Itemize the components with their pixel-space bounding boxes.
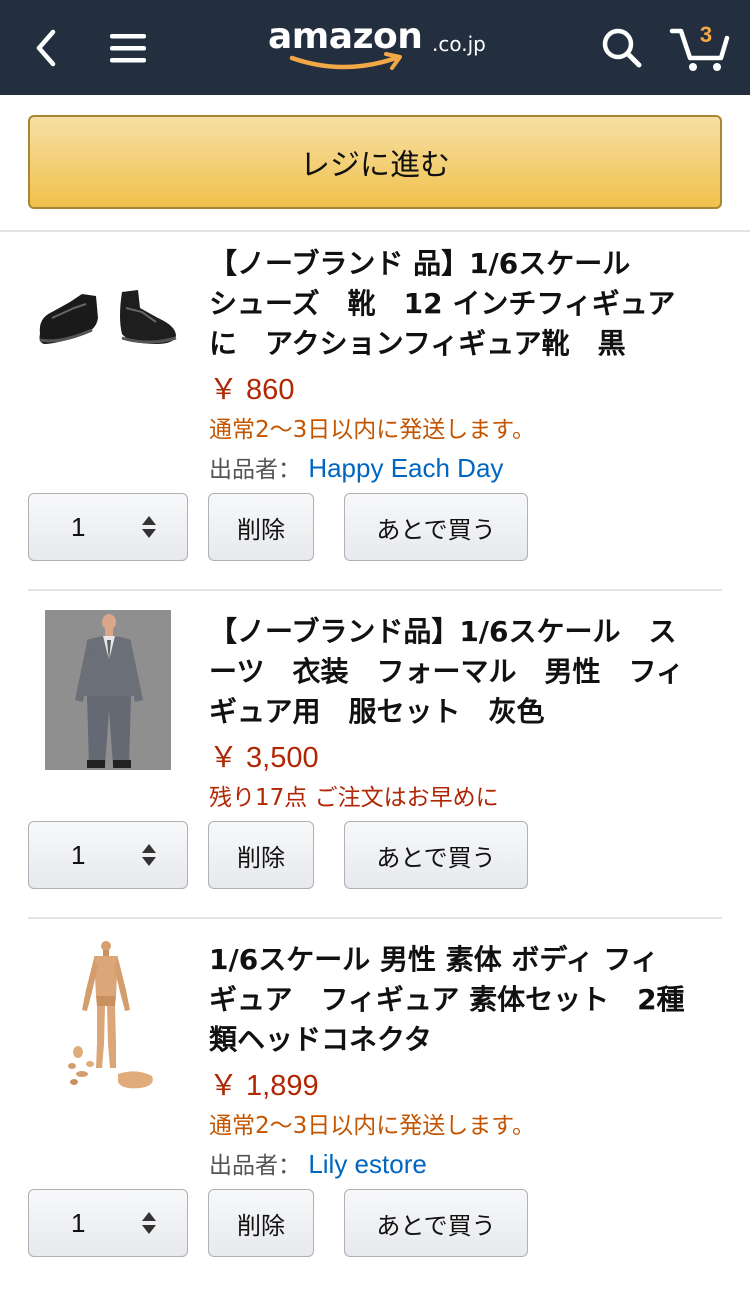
seller-link[interactable]: Lily estore: [308, 1149, 427, 1179]
product-title-link[interactable]: 1/6スケール 男性 素体 ボディ フィ ギュア フィギュア 素体セット 2種 …: [209, 940, 725, 1060]
seller-info: 出品者： Lily estore: [209, 1146, 427, 1180]
stepper-arrows-icon: [142, 516, 156, 538]
quantity-dropdown[interactable]: 1: [28, 821, 188, 889]
title-line: シューズ 靴 12 インチフィギュア: [209, 287, 676, 320]
product-title-link[interactable]: 【ノーブランド品】1/6スケール ス ーツ 衣装 フォーマル 男性 フィ ギュア…: [209, 612, 725, 732]
logo-wordmark: amazon: [268, 16, 423, 57]
quantity-value: 1: [71, 511, 86, 542]
seller-info: 出品者： Happy Each Day: [209, 450, 503, 484]
seller-link[interactable]: Happy Each Day: [308, 453, 503, 483]
item-price: ￥ 1,899: [209, 1070, 319, 1102]
product-title-link[interactable]: 【ノーブランド 品】1/6スケール シューズ 靴 12 インチフィギュア に ア…: [209, 244, 725, 364]
seller-label: 出品者：: [209, 1153, 301, 1179]
title-line: 1/6スケール 男性 素体 ボディ フィ: [209, 943, 659, 976]
save-for-later-button[interactable]: あとで買う: [344, 1189, 528, 1257]
cart-count-badge: 3: [699, 22, 713, 47]
stepper-arrows-icon: [142, 844, 156, 866]
save-for-later-button[interactable]: あとで買う: [344, 493, 528, 561]
seller-label: 出品者：: [209, 457, 301, 483]
search-icon: [602, 28, 642, 67]
availability-text: 通常2〜3日以内に発送します。: [209, 1113, 535, 1139]
delete-button[interactable]: 削除: [208, 821, 314, 889]
product-image-body[interactable]: [60, 940, 160, 1092]
title-line: 【ノーブランド 品】1/6スケール: [209, 247, 631, 280]
stock-warning-text: 残り17点 ご注文はお早めに: [209, 785, 499, 811]
availability-text: 通常2〜3日以内に発送します。: [209, 417, 535, 443]
quantity-dropdown[interactable]: 1: [28, 493, 188, 561]
amazon-logo[interactable]: amazon .co.jp: [262, 14, 502, 76]
quantity-value: 1: [71, 1207, 86, 1238]
stepper-arrows-icon: [142, 1212, 156, 1234]
hamburger-menu-icon: [110, 33, 146, 62]
item-price: ￥ 860: [209, 374, 295, 406]
smile-arrow-icon: [289, 52, 402, 70]
title-line: 類ヘッドコネクタ: [209, 1023, 432, 1056]
proceed-to-checkout-button[interactable]: レジに進む: [28, 115, 722, 209]
divider: [0, 230, 750, 232]
delete-button[interactable]: 削除: [208, 493, 314, 561]
divider: [28, 917, 722, 919]
item-price: ￥ 3,500: [209, 742, 319, 774]
quantity-dropdown[interactable]: 1: [28, 1189, 188, 1257]
suit-image: [45, 610, 171, 770]
product-image-shoes[interactable]: [30, 278, 180, 368]
back-button[interactable]: [18, 0, 74, 95]
product-image-suit[interactable]: [45, 610, 171, 770]
quantity-value: 1: [71, 839, 86, 870]
menu-button[interactable]: [100, 0, 156, 95]
title-line: ーツ 衣装 フォーマル 男性 フィ: [209, 655, 684, 688]
search-button[interactable]: [592, 0, 652, 95]
top-nav-bar: amazon .co.jp 3: [0, 0, 750, 95]
divider: [28, 589, 722, 591]
title-line: ギュア用 服セット 灰色: [209, 695, 545, 728]
save-for-later-button[interactable]: あとで買う: [344, 821, 528, 889]
shoes-image: [39, 290, 177, 344]
back-arrow-icon: [36, 29, 56, 66]
delete-button[interactable]: 削除: [208, 1189, 314, 1257]
title-line: 【ノーブランド品】1/6スケール ス: [209, 615, 677, 648]
figure-body-image: [68, 941, 153, 1089]
logo-domain: .co.jp: [432, 32, 486, 56]
title-line: に アクションフィギュア靴 黒: [209, 327, 626, 360]
title-line: ギュア フィギュア 素体セット 2種: [209, 983, 685, 1016]
